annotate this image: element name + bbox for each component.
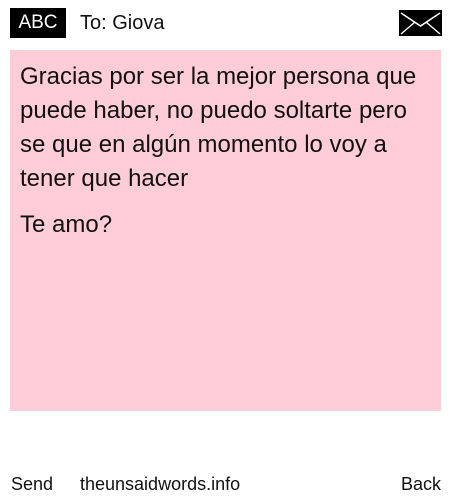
message-screen: ABC To: Giova Gracias por ser la mejor p… [0, 0, 450, 500]
message-paragraph: Te amo? [20, 211, 113, 238]
send-button[interactable]: Send [11, 473, 53, 495]
message-card: Gracias por ser la mejor persona que pue… [10, 50, 441, 411]
envelope-icon [399, 10, 442, 36]
footer: Send theunsaidwords.info Back [0, 468, 450, 498]
recipient-label: To: Giova [80, 12, 165, 34]
input-mode-badge[interactable]: ABC [10, 8, 66, 38]
site-link[interactable]: theunsaidwords.info [80, 473, 240, 495]
message-paragraph: Gracias por ser la mejor persona que pue… [20, 63, 417, 192]
back-button[interactable]: Back [401, 473, 441, 495]
header: ABC To: Giova [0, 0, 450, 46]
